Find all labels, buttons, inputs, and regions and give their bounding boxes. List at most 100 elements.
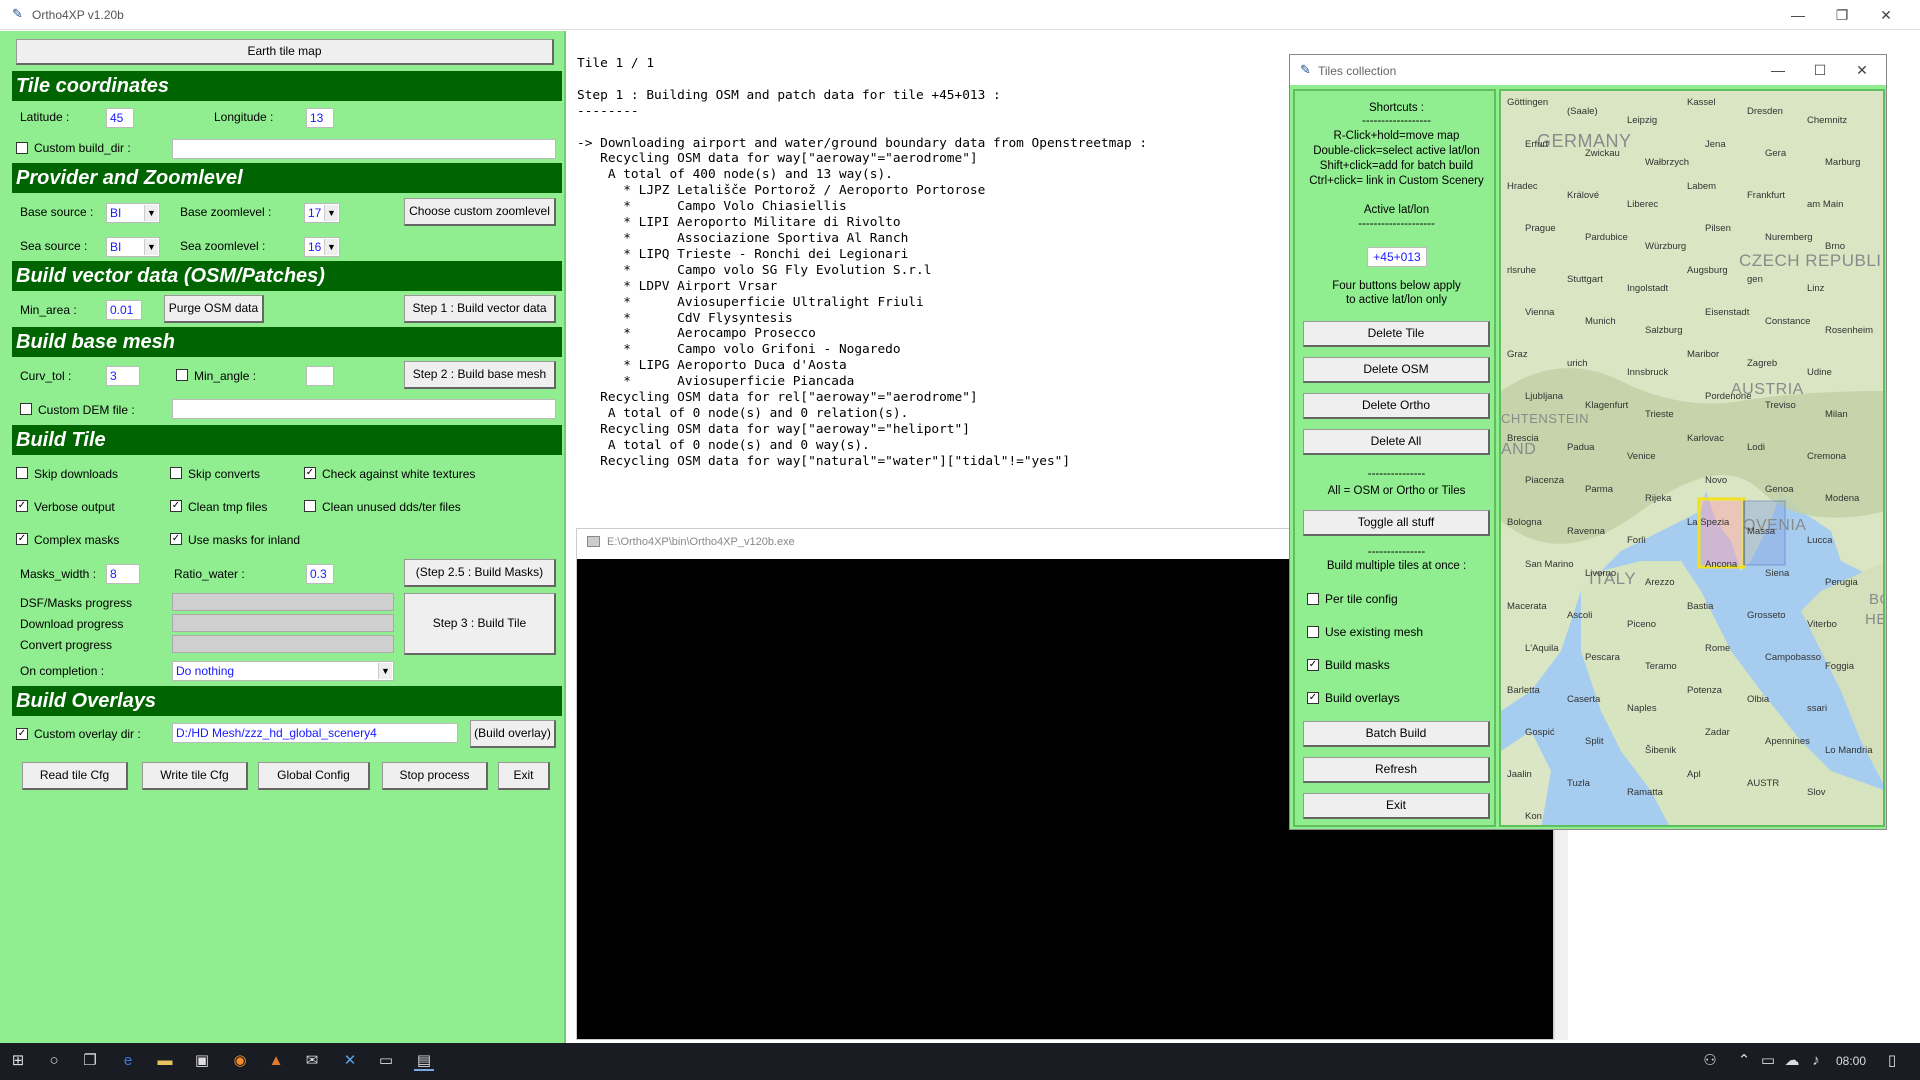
purge-osm-button[interactable]: Purge OSM data	[164, 295, 264, 323]
base-source-select[interactable]: BI ▼	[106, 203, 160, 223]
custom-build-dir-checkbox[interactable]	[16, 142, 28, 154]
chevron-down-icon[interactable]: ▼	[144, 239, 158, 255]
map-city-label: Maribor	[1687, 349, 1720, 360]
masks-width-input[interactable]: 8	[106, 564, 140, 584]
delete-all-button[interactable]: Delete All	[1303, 429, 1490, 455]
cloud-icon[interactable]: ☁	[1782, 1051, 1802, 1071]
min-area-label: Min_area :	[20, 303, 77, 317]
custom-overlay-input[interactable]: D:/HD Mesh/zzz_hd_global_scenery4	[172, 723, 458, 743]
clean-tmp-checkbox[interactable]: ✓	[170, 500, 182, 512]
stop-process-button[interactable]: Stop process	[382, 762, 488, 790]
delete-ortho-button[interactable]: Delete Ortho	[1303, 393, 1490, 419]
search-icon[interactable]: ○	[44, 1051, 64, 1071]
build-masks-checkbox[interactable]: ✓	[1307, 659, 1319, 671]
start-icon[interactable]: ⊞	[8, 1051, 28, 1071]
volume-icon[interactable]: ♪	[1806, 1051, 1826, 1071]
close-button[interactable]: ✕	[1868, 4, 1904, 26]
map-city-label: Frankfurt	[1747, 190, 1786, 201]
edge-icon[interactable]: e	[118, 1051, 138, 1071]
verbose-checkbox[interactable]: ✓	[16, 500, 28, 512]
min-area-input[interactable]: 0.01	[106, 300, 142, 320]
check-white-checkbox[interactable]: ✓	[304, 467, 316, 479]
build-overlays-checkbox[interactable]: ✓	[1307, 692, 1319, 704]
custom-overlay-checkbox[interactable]: ✓	[16, 728, 28, 740]
min-angle-checkbox[interactable]	[176, 369, 188, 381]
map-city-label: Tuzla	[1567, 778, 1590, 789]
skip-converts-checkbox[interactable]	[170, 467, 182, 479]
store-icon[interactable]: ▣	[192, 1051, 212, 1071]
exit-button[interactable]: Exit	[498, 762, 550, 790]
tiles-minimize-button[interactable]: —	[1760, 59, 1796, 81]
map-city-label: Brno	[1825, 241, 1846, 252]
step25-button[interactable]: (Step 2.5 : Build Masks)	[404, 559, 556, 587]
tiles-exit-button[interactable]: Exit	[1303, 793, 1490, 819]
use-masks-inland-checkbox[interactable]: ✓	[170, 533, 182, 545]
tray-expand-icon[interactable]: ⌃	[1734, 1051, 1754, 1071]
build-overlays-label: Build overlays	[1325, 691, 1400, 705]
toggle-all-button[interactable]: Toggle all stuff	[1303, 510, 1490, 536]
chevron-down-icon[interactable]: ▼	[378, 663, 392, 679]
clock[interactable]: 08:00	[1836, 1054, 1866, 1068]
firefox-icon[interactable]: ◉	[230, 1051, 250, 1071]
sea-source-select[interactable]: BI ▼	[106, 237, 160, 257]
minimize-button[interactable]: —	[1780, 4, 1816, 26]
active-latlon-input[interactable]: +45+013	[1367, 247, 1427, 267]
delete-osm-button[interactable]: Delete OSM	[1303, 357, 1490, 383]
download-progress-label: Download progress	[20, 617, 124, 631]
chat-icon[interactable]: ▭	[376, 1051, 396, 1071]
custom-dem-input[interactable]	[172, 399, 556, 419]
custom-build-dir-input[interactable]	[172, 139, 556, 159]
step3-button[interactable]: Step 3 : Build Tile	[404, 593, 556, 655]
skip-downloads-checkbox[interactable]	[16, 467, 28, 479]
app-icon-orange[interactable]: ▲	[266, 1051, 286, 1071]
ortho4xp-taskbar-icon[interactable]: ▤	[414, 1051, 434, 1071]
use-existing-mesh-checkbox[interactable]	[1307, 626, 1319, 638]
step1-button[interactable]: Step 1 : Build vector data	[404, 295, 556, 323]
chevron-down-icon[interactable]: ▼	[144, 205, 158, 221]
chevron-down-icon[interactable]: ▼	[324, 239, 338, 255]
refresh-button[interactable]: Refresh	[1303, 757, 1490, 783]
sea-zoom-select[interactable]: 16 ▼	[304, 237, 340, 257]
map-city-label: Zagreb	[1747, 358, 1778, 369]
map-city-label: Augsburg	[1687, 265, 1728, 276]
tool-icon[interactable]: ✕	[340, 1051, 360, 1071]
map-city-label: Erfurt	[1525, 139, 1549, 150]
custom-dem-checkbox[interactable]	[20, 403, 32, 415]
min-angle-input[interactable]	[306, 366, 334, 386]
earth-tile-map-button[interactable]: Earth tile map	[16, 39, 554, 65]
batch-build-button[interactable]: Batch Build	[1303, 721, 1490, 747]
on-completion-label: On completion :	[20, 664, 105, 678]
people-icon[interactable]: ⚇	[1700, 1051, 1720, 1071]
global-config-button[interactable]: Global Config	[258, 762, 370, 790]
task-view-icon[interactable]: ❐	[80, 1051, 100, 1071]
tiles-maximize-button[interactable]: ☐	[1802, 59, 1838, 81]
folder-icon[interactable]: ▬	[155, 1051, 175, 1071]
clean-unused-checkbox[interactable]	[304, 500, 316, 512]
choose-custom-zoomlevel-button[interactable]: Choose custom zoomlevel	[404, 198, 556, 226]
ratio-water-input[interactable]: 0.3	[306, 564, 334, 584]
map-city-label: Zwickau	[1585, 148, 1620, 159]
per-tile-config-checkbox[interactable]	[1307, 593, 1319, 605]
mail-icon[interactable]: ✉	[302, 1051, 322, 1071]
complex-masks-checkbox[interactable]: ✓	[16, 533, 28, 545]
read-tile-cfg-button[interactable]: Read tile Cfg	[22, 762, 128, 790]
write-tile-cfg-button[interactable]: Write tile Cfg	[142, 762, 248, 790]
notifications-icon[interactable]: ▯	[1882, 1051, 1902, 1071]
tiles-close-button[interactable]: ✕	[1844, 59, 1880, 81]
step2-button[interactable]: Step 2 : Build base mesh	[404, 361, 556, 389]
build-overlay-button[interactable]: (Build overlay)	[470, 720, 556, 748]
delete-tile-button[interactable]: Delete Tile	[1303, 321, 1490, 347]
base-zoom-select[interactable]: 17 ▼	[304, 203, 340, 223]
longitude-input[interactable]: 13	[306, 108, 334, 128]
chevron-down-icon[interactable]: ▼	[324, 205, 338, 221]
latitude-input[interactable]: 45	[106, 108, 134, 128]
on-completion-select[interactable]: Do nothing ▼	[172, 661, 394, 681]
curv-tol-input[interactable]: 3	[106, 366, 140, 386]
map-city-label: Karlovac	[1687, 433, 1724, 444]
maximize-button[interactable]: ❐	[1824, 4, 1860, 26]
map-city-label: Venice	[1627, 451, 1656, 462]
section-vector: Build vector data (OSM/Patches)	[12, 261, 562, 291]
network-icon[interactable]: ▭	[1758, 1051, 1778, 1071]
tiles-map[interactable]: GERMANY CZECH REPUBLI AUSTRIA ITALY OVENIA AN…	[1499, 89, 1885, 827]
